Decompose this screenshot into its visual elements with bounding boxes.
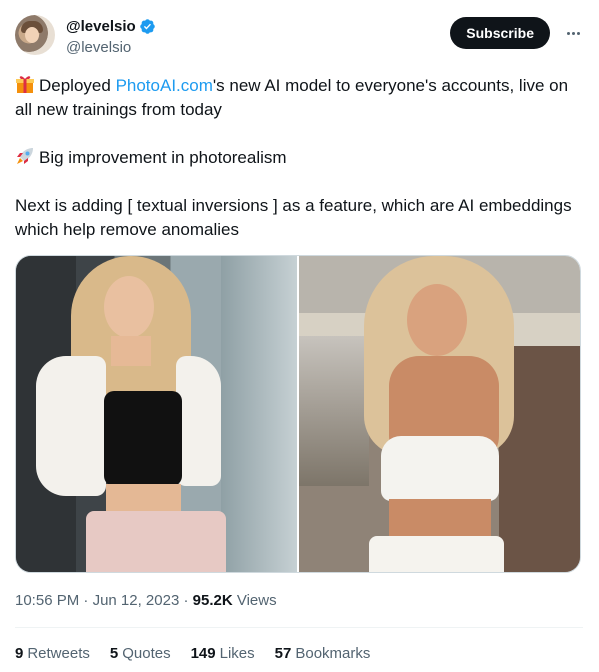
tweet-line-1: Deployed PhotoAI.com's new AI model to e… <box>15 74 575 122</box>
author-display-name-row[interactable]: @levelsio <box>66 17 156 36</box>
more-dot <box>571 31 575 35</box>
light-wall <box>221 256 297 572</box>
tweet-line-1-prefix: Deployed <box>39 76 116 95</box>
bookmarks-label: Bookmarks <box>295 645 371 662</box>
quotes-count: 5 <box>109 645 119 662</box>
face <box>407 284 467 356</box>
meta-separator: · <box>79 592 93 609</box>
quotes-label: Quotes <box>122 645 171 662</box>
bookmarks-count: 57 <box>274 645 292 662</box>
tweet-line-2: Big improvement in photorealism <box>15 146 575 170</box>
author-display-name[interactable]: @levelsio <box>66 17 136 36</box>
retweets-label: Retweets <box>27 645 90 662</box>
avatar-face <box>25 27 39 43</box>
white-jacket-right <box>176 356 221 486</box>
face <box>104 276 154 338</box>
white-crop-top <box>381 436 499 501</box>
midriff <box>106 484 181 512</box>
more-horizontal-icon[interactable] <box>563 23 583 43</box>
black-top <box>104 391 182 486</box>
gift-icon <box>16 76 34 93</box>
white-jacket-left <box>36 356 106 496</box>
likes-label: Likes <box>219 645 255 662</box>
subscribe-button[interactable]: Subscribe <box>450 17 550 49</box>
retweets-count: 9 <box>15 645 24 662</box>
tweet-header: @levelsio @levelsio Subscribe <box>15 15 583 59</box>
quotes-stat[interactable]: 5 Quotes <box>110 644 171 664</box>
tweet-stats: 9 Retweets 5 Quotes 149 Likes 57 Bookmarks <box>15 644 370 664</box>
likes-count: 149 <box>190 645 216 662</box>
avatar[interactable] <box>15 15 55 55</box>
photo-woman-white-top[interactable] <box>299 256 580 572</box>
tweet-text: Deployed PhotoAI.com's new AI model to e… <box>15 74 575 242</box>
more-dot <box>576 31 580 35</box>
tweet-line-3: Next is adding [ textual inversions ] as… <box>15 196 572 239</box>
rocket-icon <box>17 148 33 164</box>
pink-jeans <box>86 511 226 572</box>
meta-separator: · <box>179 592 193 609</box>
photoai-link[interactable]: PhotoAI.com <box>116 76 213 95</box>
photo-woman-black-top[interactable] <box>16 256 297 572</box>
media-grid <box>15 255 581 573</box>
tweet-time[interactable]: 10:56 PM <box>15 592 79 609</box>
midriff <box>389 499 491 539</box>
likes-stat[interactable]: 149 Likes <box>191 644 255 664</box>
author-names: @levelsio @levelsio <box>66 17 156 57</box>
bookmarks-stat[interactable]: 57 Bookmarks <box>275 644 371 664</box>
neck <box>111 336 151 366</box>
white-pants <box>369 536 504 572</box>
views-count: 95.2K <box>192 592 233 609</box>
author-handle[interactable]: @levelsio <box>66 38 156 57</box>
tweet-line-2-text: Big improvement in photorealism <box>39 148 287 167</box>
tweet-date[interactable]: Jun 12, 2023 <box>93 592 180 609</box>
views-label: Views <box>232 592 277 609</box>
street-background <box>299 336 369 486</box>
retweets-stat[interactable]: 9 Retweets <box>15 644 90 664</box>
tweet-meta: 10:56 PM · Jun 12, 2023 · 95.2K Views <box>15 591 277 611</box>
divider <box>15 627 583 628</box>
more-dot <box>566 31 570 35</box>
verified-badge-icon <box>139 19 155 34</box>
